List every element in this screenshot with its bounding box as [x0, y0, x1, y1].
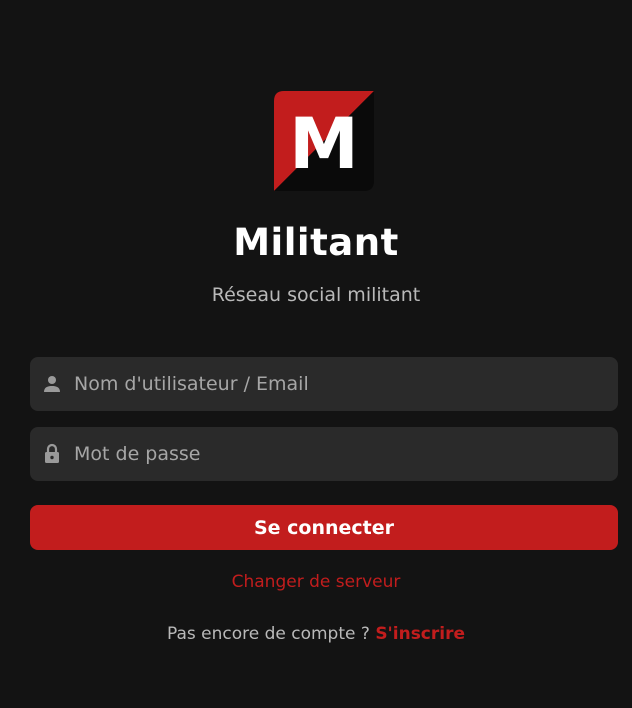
signup-row: Pas encore de compte ? S'inscrire: [0, 623, 632, 645]
person-icon: [40, 372, 64, 396]
login-button[interactable]: Se connecter: [30, 505, 618, 550]
login-screen: M Militant Réseau social militant Se con…: [0, 0, 632, 708]
change-server-link[interactable]: Changer de serveur: [0, 571, 632, 593]
app-logo: M: [274, 91, 374, 191]
signup-link[interactable]: S'inscrire: [375, 624, 465, 644]
password-input[interactable]: [74, 427, 604, 481]
lock-icon: [40, 442, 64, 466]
username-field[interactable]: [30, 357, 618, 411]
app-title: Militant: [233, 221, 399, 264]
app-subtitle: Réseau social militant: [211, 284, 421, 306]
password-field[interactable]: [30, 427, 618, 481]
username-input[interactable]: [74, 357, 604, 411]
militant-logo-icon: M: [274, 91, 374, 191]
svg-text:M: M: [289, 103, 359, 185]
signup-prompt: Pas encore de compte ?: [166, 624, 370, 644]
